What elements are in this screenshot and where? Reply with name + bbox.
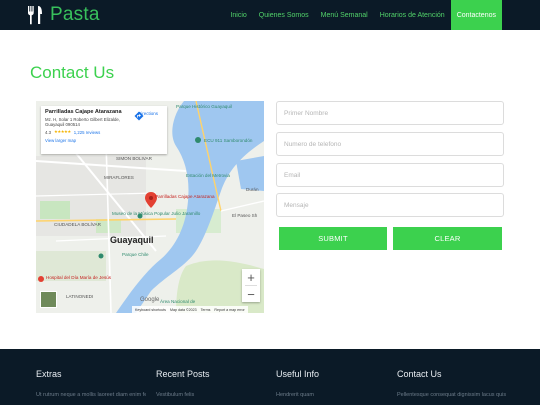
footer-heading: Recent Posts <box>156 369 210 379</box>
clear-button[interactable]: CLEAR <box>393 227 502 250</box>
nav-item-horarios[interactable]: Horarios de Atención <box>374 0 451 30</box>
map-label-cajape: Parrilladas Cajape Atarazana <box>155 194 215 199</box>
submit-button[interactable]: SUBMIT <box>279 227 387 250</box>
embedded-map[interactable]: Parque Histórico Guayaquil ECU 911 Sambo… <box>36 101 264 313</box>
phone-field[interactable] <box>276 132 504 156</box>
map-label-hospital: Hospital del Día María de Jesús <box>46 275 112 280</box>
report-error-link[interactable]: Report a map error <box>214 308 244 312</box>
zoom-out-button[interactable]: − <box>242 286 260 302</box>
map-label-latinonedi: LATINONEDI <box>66 294 94 299</box>
footer-text: Ut rutrum neque a mollis laoreet diam en… <box>36 392 146 398</box>
place-address: Mz. H, Solar 1 Roberto Gilbert Elizalde,… <box>45 117 120 128</box>
footer-heading: Contact Us <box>397 369 442 379</box>
site-footer: Extras Ut rutrum neque a mollis laoreet … <box>0 349 540 405</box>
view-larger-map-link[interactable]: View larger map <box>45 138 163 143</box>
map-label-ciudadela: CIUDADELA BOLÍVAR <box>54 222 101 227</box>
directions-button[interactable]: Directions <box>134 111 162 121</box>
rating-value: 4.3 <box>45 129 51 135</box>
terms-link[interactable]: Terms <box>201 308 211 312</box>
footer-col-contact: Contact Us Pellentesque consequat dignis… <box>397 369 507 399</box>
nav-item-quienes-somos[interactable]: Quienes Somos <box>253 0 315 30</box>
map-label-parque-historico: Parque Histórico Guayaquil <box>176 104 232 109</box>
nav-item-inicio[interactable]: Inicio <box>224 0 252 30</box>
map-label-miraflores: MIRAFLORES <box>104 175 134 180</box>
footer-link[interactable]: Hendrerit quam <box>276 391 386 399</box>
footer-heading: Useful Info <box>276 369 320 379</box>
message-field[interactable] <box>276 193 504 217</box>
map-label-museo: Museo de la Música Popular Julio Jaramil… <box>112 211 201 216</box>
reviews-link[interactable]: 1,225 reviews <box>74 130 101 135</box>
footer-text: Pellentesque consequat dignissim lacus q… <box>397 392 507 398</box>
map-label-simon-bolivar: SIMON BOLIVAR <box>116 156 152 161</box>
nav-item-menu-semanal[interactable]: Menú Semanal <box>315 0 374 30</box>
first-name-field[interactable] <box>276 101 504 125</box>
footer-heading: Extras <box>36 369 62 379</box>
map-zoom-controls: + − <box>242 269 260 302</box>
brand-name: Pasta <box>50 4 100 25</box>
main-nav: Inicio Quienes Somos Menú Semanal Horari… <box>224 0 502 30</box>
place-rating: 4.3 ★★★★★ 1,225 reviews <box>45 129 163 135</box>
map-label-parque-chile: Parque Chile <box>122 252 149 257</box>
map-label-duran: Durán <box>246 187 259 192</box>
footer-col-recent-posts: Recent Posts Vestibulum felis <box>156 369 266 399</box>
map-label-area-nacional: Área Nacional de <box>160 299 196 304</box>
map-data-text: Map data ©2023 <box>169 307 197 312</box>
directions-icon <box>134 111 144 121</box>
email-field[interactable] <box>276 163 504 187</box>
map-label-guayaquil: Guayaquil <box>110 235 154 245</box>
site-header: Pasta Inicio Quienes Somos Menú Semanal … <box>0 0 540 30</box>
map-layer-toggle[interactable] <box>40 291 57 308</box>
keyboard-shortcuts-link[interactable]: Keyboard shortcuts <box>135 308 166 312</box>
rating-stars: ★★★★★ <box>53 129 71 135</box>
google-logo: Google <box>140 297 160 303</box>
nav-item-contactenos[interactable]: Contactenos <box>450 0 502 30</box>
map-place-card: Parrilladas Cajape Atarazana Mz. H, Sola… <box>41 106 167 154</box>
fork-knife-icon <box>26 5 46 25</box>
page-title: Contact Us <box>30 63 115 82</box>
map-label-estacion: Estación del Metrovia <box>186 173 230 178</box>
zoom-in-button[interactable]: + <box>242 269 260 285</box>
footer-link[interactable]: Vestibulum felis <box>156 391 266 399</box>
brand-logo[interactable]: Pasta <box>26 4 100 26</box>
map-attribution-bar: Keyboard shortcuts Map data ©2023 Terms … <box>132 306 248 313</box>
footer-col-extras: Extras Ut rutrum neque a mollis laoreet … <box>36 369 146 399</box>
map-label-ecu911: ECU 911 Samborondón <box>204 138 253 143</box>
map-label-el-paseo: El Paseo Sh <box>232 213 258 218</box>
footer-col-useful-info: Useful Info Hendrerit quam <box>276 369 386 399</box>
